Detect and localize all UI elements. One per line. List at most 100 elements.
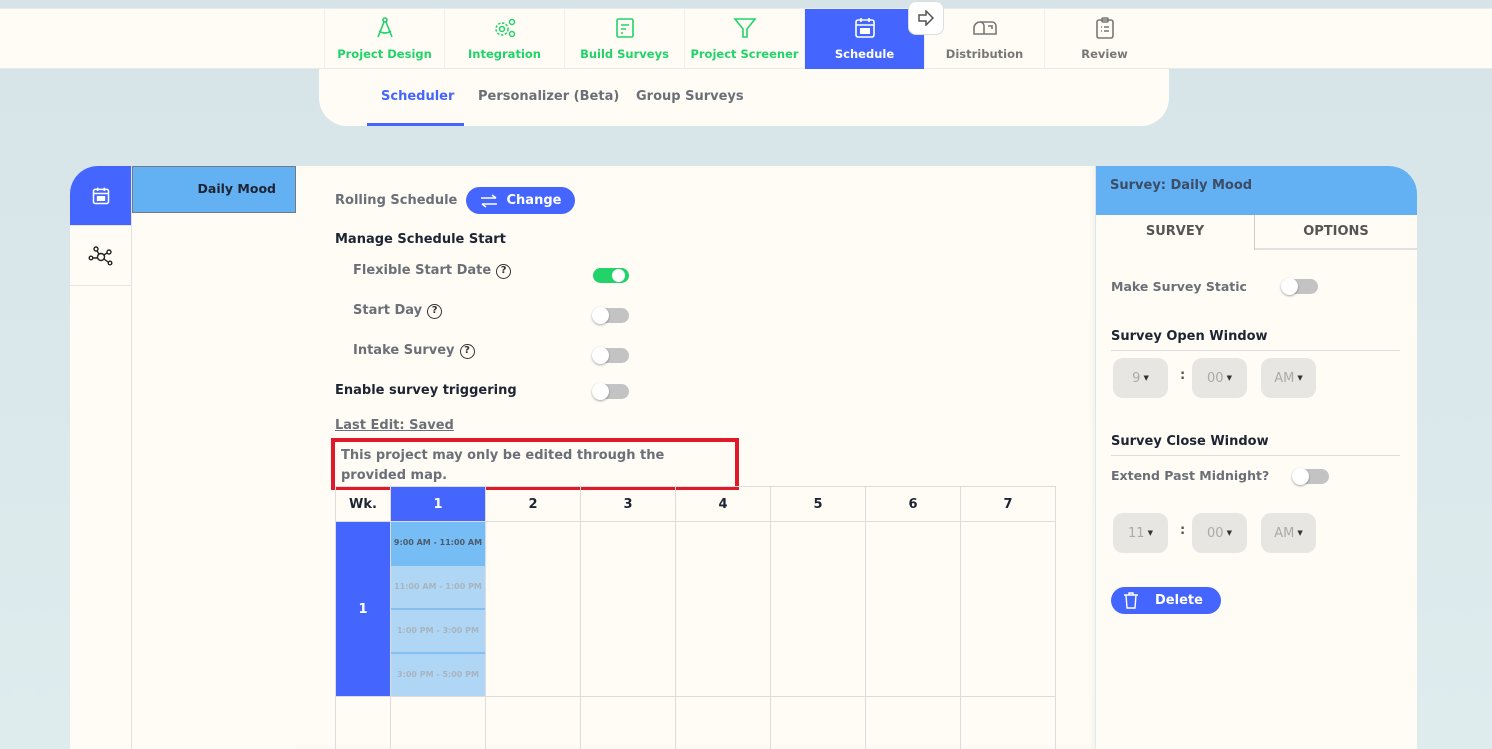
- arrow-right-icon: [918, 10, 935, 26]
- static-toggle[interactable]: [1281, 278, 1318, 295]
- grid-header-row: Wk. 1 2 3 4 5 6 7: [335, 486, 1056, 522]
- close-hour-select[interactable]: 11 ▼: [1113, 513, 1168, 553]
- tab-personalizer[interactable]: Personalizer (Beta): [478, 89, 619, 104]
- time-slot[interactable]: 3:00 PM - 5:00 PM: [391, 654, 485, 696]
- toggle-knob: [1292, 468, 1309, 485]
- change-schedule-button[interactable]: Change: [466, 187, 575, 214]
- triggering-toggle[interactable]: [592, 383, 629, 400]
- tab-options[interactable]: OPTIONS: [1255, 215, 1417, 250]
- nav-label: Project Screener: [690, 47, 799, 61]
- caret-down-icon: ▼: [1226, 374, 1232, 382]
- manage-start-heading: Manage Schedule Start: [335, 232, 506, 247]
- open-hour-select[interactable]: 9 ▼: [1113, 358, 1168, 398]
- day-cell[interactable]: [865, 521, 961, 697]
- next-step-button[interactable]: [908, 1, 944, 35]
- day-cell[interactable]: [580, 696, 676, 749]
- nav-project-screener[interactable]: Project Screener: [684, 9, 804, 69]
- select-value: 11: [1128, 525, 1145, 541]
- nav-integration[interactable]: Integration: [444, 9, 564, 69]
- setting-label: Flexible Start Date: [353, 263, 492, 278]
- day-cell[interactable]: [960, 521, 1056, 697]
- day-cell[interactable]: [770, 696, 866, 749]
- start-day-toggle[interactable]: [592, 307, 629, 324]
- toggle-knob: [592, 307, 609, 324]
- time-slot[interactable]: 11:00 AM - 1:00 PM: [391, 566, 485, 610]
- open-minute-select[interactable]: 00 ▼: [1192, 358, 1247, 398]
- start-day-row: Start Day?: [353, 303, 443, 319]
- caret-down-icon: ▼: [1297, 374, 1303, 382]
- survey-list-item[interactable]: Daily Mood: [132, 166, 296, 213]
- day-header[interactable]: 6: [865, 486, 961, 522]
- week-header: Wk.: [335, 486, 391, 522]
- close-window-heading: Survey Close Window: [1111, 434, 1269, 449]
- last-edit-link[interactable]: Last Edit: Saved: [335, 418, 454, 433]
- toggle-knob: [612, 269, 625, 282]
- day-cell[interactable]: [675, 696, 771, 749]
- swap-icon: [480, 193, 497, 208]
- survey-list: Daily Mood: [132, 166, 296, 749]
- mailbox-icon: [972, 21, 997, 35]
- nav-label: Distribution: [945, 47, 1024, 61]
- nav-label: Review: [1081, 47, 1128, 61]
- survey-panel-title: Survey: Daily Mood: [1096, 166, 1417, 215]
- day-header[interactable]: 4: [675, 486, 771, 522]
- open-ampm-select[interactable]: AM ▼: [1261, 358, 1316, 398]
- survey-panel-tabs: SURVEY OPTIONS: [1096, 215, 1417, 250]
- rail-schedule[interactable]: [70, 166, 131, 226]
- day-cell[interactable]: [865, 696, 961, 749]
- day-cell[interactable]: [485, 521, 581, 697]
- flexible-start-row: Flexible Start Date?: [353, 263, 512, 279]
- day-header[interactable]: 1: [390, 486, 486, 522]
- change-label: Change: [506, 193, 562, 208]
- select-value: 00: [1207, 370, 1224, 386]
- flexible-start-toggle[interactable]: [593, 268, 629, 283]
- divider: [1111, 455, 1400, 456]
- day-cell[interactable]: [390, 696, 486, 749]
- survey-settings-panel: Survey: Daily Mood SURVEY OPTIONS Make S…: [1096, 166, 1417, 749]
- delete-survey-button[interactable]: Delete: [1111, 587, 1221, 614]
- edit-restriction-notice: This project may only be edited through …: [331, 438, 739, 490]
- day-cell[interactable]: [580, 521, 676, 697]
- tab-survey[interactable]: SURVEY: [1096, 215, 1255, 250]
- left-icon-rail: [70, 166, 132, 749]
- close-ampm-select[interactable]: AM ▼: [1261, 513, 1316, 553]
- help-icon[interactable]: ?: [427, 304, 443, 319]
- calendar-icon: [854, 18, 875, 38]
- day-cell[interactable]: 9:00 AM - 11:00 AM 11:00 AM - 1:00 PM 1:…: [390, 521, 486, 697]
- week-row: 1 9:00 AM - 11:00 AM 11:00 AM - 1:00 PM …: [335, 521, 1056, 697]
- nav-label: Project Design: [337, 47, 432, 61]
- time-slot[interactable]: 9:00 AM - 11:00 AM: [391, 522, 485, 566]
- help-icon[interactable]: ?: [459, 344, 475, 359]
- tab-scheduler[interactable]: Scheduler: [381, 89, 454, 104]
- rail-map[interactable]: [70, 226, 131, 286]
- tab-group-surveys[interactable]: Group Surveys: [636, 89, 744, 104]
- nav-schedule[interactable]: Schedule: [804, 9, 924, 69]
- midnight-label: Extend Past Midnight?: [1111, 468, 1270, 483]
- nav-label: Build Surveys: [580, 47, 669, 61]
- midnight-toggle[interactable]: [1292, 468, 1329, 485]
- select-value: AM: [1274, 525, 1295, 541]
- nav-project-design[interactable]: Project Design: [324, 9, 444, 69]
- close-minute-select[interactable]: 00 ▼: [1192, 513, 1247, 553]
- day-cell[interactable]: [485, 696, 581, 749]
- setting-label: Start Day: [353, 303, 423, 318]
- select-value: AM: [1274, 370, 1295, 386]
- day-cell[interactable]: [675, 521, 771, 697]
- toggle-knob: [1281, 278, 1298, 295]
- nav-label: Schedule: [834, 47, 895, 61]
- day-header[interactable]: 5: [770, 486, 866, 522]
- schedule-main-panel: Rolling Schedule Change Manage Schedule …: [296, 166, 1095, 749]
- trash-icon: [1124, 592, 1138, 609]
- nav-build-surveys[interactable]: Build Surveys: [564, 9, 684, 69]
- help-icon[interactable]: ?: [496, 264, 512, 279]
- day-cell[interactable]: [770, 521, 866, 697]
- day-header[interactable]: 7: [960, 486, 1056, 522]
- day-cell[interactable]: [960, 696, 1056, 749]
- day-header[interactable]: 3: [580, 486, 676, 522]
- intake-survey-toggle[interactable]: [592, 347, 629, 364]
- nav-review[interactable]: Review: [1044, 9, 1164, 69]
- time-slot[interactable]: 1:00 PM - 3:00 PM: [391, 610, 485, 654]
- gears-icon: [494, 18, 515, 38]
- top-nav-bar: Project Design Integration Build Surveys…: [0, 8, 1492, 69]
- day-header[interactable]: 2: [485, 486, 581, 522]
